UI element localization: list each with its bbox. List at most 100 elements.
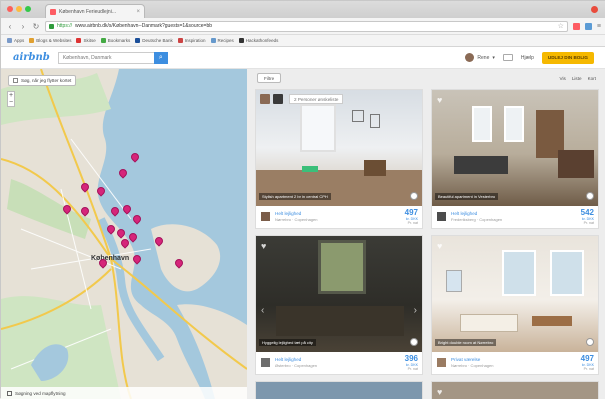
listing-card[interactable]: ♥ Beautiful apartment in Vesterbro Helt … xyxy=(431,89,599,229)
map-pin-icon[interactable] xyxy=(95,185,107,198)
close-tab-icon[interactable]: × xyxy=(136,9,140,15)
price-amount: 497 xyxy=(580,353,594,363)
map-pin-icon[interactable] xyxy=(105,223,117,236)
listing-subtitle: Nørrebro · Copenhagen xyxy=(451,362,494,368)
minimize-window-button[interactable] xyxy=(16,6,22,12)
next-photo-icon[interactable]: › xyxy=(414,305,417,316)
price-period: Pr. nat xyxy=(407,366,418,371)
heart-icon[interactable]: ♥ xyxy=(437,241,442,251)
forward-icon[interactable]: › xyxy=(19,22,27,31)
map-pin-icon[interactable] xyxy=(79,205,91,218)
listing-photo[interactable] xyxy=(256,90,422,206)
comment-icon[interactable] xyxy=(410,192,418,200)
listing-card[interactable]: ♥ xyxy=(431,381,599,399)
bookmark-item[interactable]: Apps xyxy=(7,38,24,43)
map-pin-icon[interactable] xyxy=(129,151,141,164)
host-avatar[interactable] xyxy=(260,356,271,368)
map-pin-icon[interactable] xyxy=(109,205,121,218)
bookmark-item[interactable]: Blogs & Websites xyxy=(29,38,71,43)
listing-title[interactable]: Helt lejlighed xyxy=(275,211,401,216)
zoom-in-icon[interactable]: + xyxy=(9,92,13,99)
host-avatar[interactable] xyxy=(260,210,271,222)
map-zoom-control[interactable]: + − xyxy=(7,91,15,107)
listing-info: Helt lejlighed Nørrebro · Copenhagen 497… xyxy=(256,204,422,228)
previous-photo-icon[interactable]: ‹ xyxy=(261,305,264,316)
listing-photo[interactable] xyxy=(256,236,422,352)
comment-icon[interactable] xyxy=(410,338,418,346)
map-pin-icon[interactable] xyxy=(119,237,131,250)
map-search-toggle[interactable]: Søg, når jeg flytter kortet xyxy=(8,75,77,86)
bookmark-item[interactable]: Bookmarks xyxy=(100,38,130,43)
map-pin-icon[interactable] xyxy=(97,257,109,270)
heart-icon[interactable]: ♥ xyxy=(437,95,442,105)
map-pin-icon[interactable] xyxy=(153,235,165,248)
listing-card[interactable] xyxy=(255,381,423,399)
extension-icon[interactable] xyxy=(584,22,592,30)
search-input[interactable]: København, Danmark xyxy=(57,51,154,64)
tab-title: København Ferieudlejni... xyxy=(59,8,116,15)
checkbox[interactable] xyxy=(7,390,12,396)
listing-title[interactable]: Privat værelse xyxy=(451,357,577,362)
map-pin-icon[interactable] xyxy=(121,203,133,216)
bookmark-item[interactable]: Hackathonfeeds xyxy=(238,38,278,43)
heart-icon[interactable]: ♥ xyxy=(437,387,442,397)
map-pin-icon[interactable] xyxy=(173,257,185,270)
listing-card[interactable]: 2 Personer ønskeliste Stylish apartment … xyxy=(255,89,423,229)
browser-tab[interactable]: København Ferieudlejni... × xyxy=(45,4,145,18)
host-button[interactable]: UDLEJ DIN BOLIG xyxy=(541,51,594,64)
map-pin-icon[interactable] xyxy=(117,167,129,180)
reload-icon[interactable]: ↻ xyxy=(32,22,40,31)
price-period: Pr. nat xyxy=(583,366,594,371)
search-button[interactable]: ⌕ xyxy=(153,51,168,64)
menu-icon[interactable]: ≡ xyxy=(597,23,601,30)
wishlist-pill[interactable]: 2 Personer ønskeliste xyxy=(289,94,344,104)
listing-caption: Bright double room at Nørrebro xyxy=(435,339,497,346)
extension-icon[interactable] xyxy=(572,22,580,30)
listing-photo[interactable] xyxy=(432,90,598,206)
bookmark-item[interactable]: Recipes xyxy=(210,38,234,43)
listing-subtitle: Frederiksberg · Copenhagen xyxy=(451,216,503,222)
close-window-button[interactable] xyxy=(7,6,13,12)
airbnb-favicon-icon xyxy=(50,8,56,15)
listing-price: 542 kr. DKK Pr. nat xyxy=(581,208,594,225)
back-icon[interactable]: ‹ xyxy=(6,22,14,31)
price-period: Pr. nat xyxy=(407,220,418,225)
airbnb-logo[interactable]: airbnb xyxy=(13,52,50,63)
comment-icon[interactable] xyxy=(586,192,594,200)
heart-icon[interactable]: ♥ xyxy=(261,241,266,251)
map-panel[interactable]: København Søg, når jeg flytter kortet + … xyxy=(1,69,247,399)
site-header: airbnb København, Danmark ⌕ Rene ▾ Hjælp… xyxy=(1,47,605,69)
listing-title[interactable]: Helt lejlighed xyxy=(451,211,577,216)
host-avatar[interactable] xyxy=(436,356,447,368)
view-map-link[interactable]: Kort xyxy=(588,76,596,81)
help-link[interactable]: Hjælp xyxy=(521,55,534,61)
search-icon: ⌕ xyxy=(158,53,163,61)
messages-icon[interactable] xyxy=(502,54,513,61)
tab-strip: København Ferieudlejni... × xyxy=(1,1,605,18)
bookmark-item[interactable]: Deutsche Bank xyxy=(135,38,173,43)
comment-icon[interactable] xyxy=(586,338,594,346)
profile-icon[interactable] xyxy=(591,6,598,13)
bookmark-item[interactable]: Skitse xyxy=(76,38,96,43)
map-pin-icon[interactable] xyxy=(61,203,73,216)
map-pin-icon[interactable] xyxy=(131,213,143,226)
listing-card[interactable]: ♥ ‹ › Hyggelig lejlighed tæt på city Hel… xyxy=(255,235,423,375)
listing-card[interactable]: ♥ Bright double room at Nørrebro Privat … xyxy=(431,235,599,375)
bookmark-star-icon[interactable]: ☆ xyxy=(558,22,564,30)
maximize-window-button[interactable] xyxy=(25,6,31,12)
map-pin-icon[interactable] xyxy=(131,253,143,266)
user-menu[interactable]: Rene ▾ xyxy=(465,53,495,62)
listing-subtitle: Nørrebro · Copenhagen xyxy=(275,216,318,222)
map-pin-icon[interactable] xyxy=(79,181,91,194)
address-bar[interactable]: https:// www.airbnb.dk/s/København--Danm… xyxy=(45,20,568,32)
zoom-out-icon[interactable]: − xyxy=(9,99,13,106)
view-list-link[interactable]: Liste xyxy=(572,76,582,81)
map-pin-icon[interactable] xyxy=(127,231,139,244)
listing-title[interactable]: Helt lejlighed xyxy=(275,357,401,362)
listing-photo[interactable] xyxy=(432,236,598,352)
filter-button[interactable]: Filtre xyxy=(257,73,282,83)
listing-info: Helt lejlighed Østerbro · Copenhagen 396… xyxy=(256,350,422,374)
bookmark-item[interactable]: Inspiration xyxy=(177,38,206,43)
checkbox[interactable] xyxy=(13,78,18,83)
host-avatar[interactable] xyxy=(436,210,447,222)
